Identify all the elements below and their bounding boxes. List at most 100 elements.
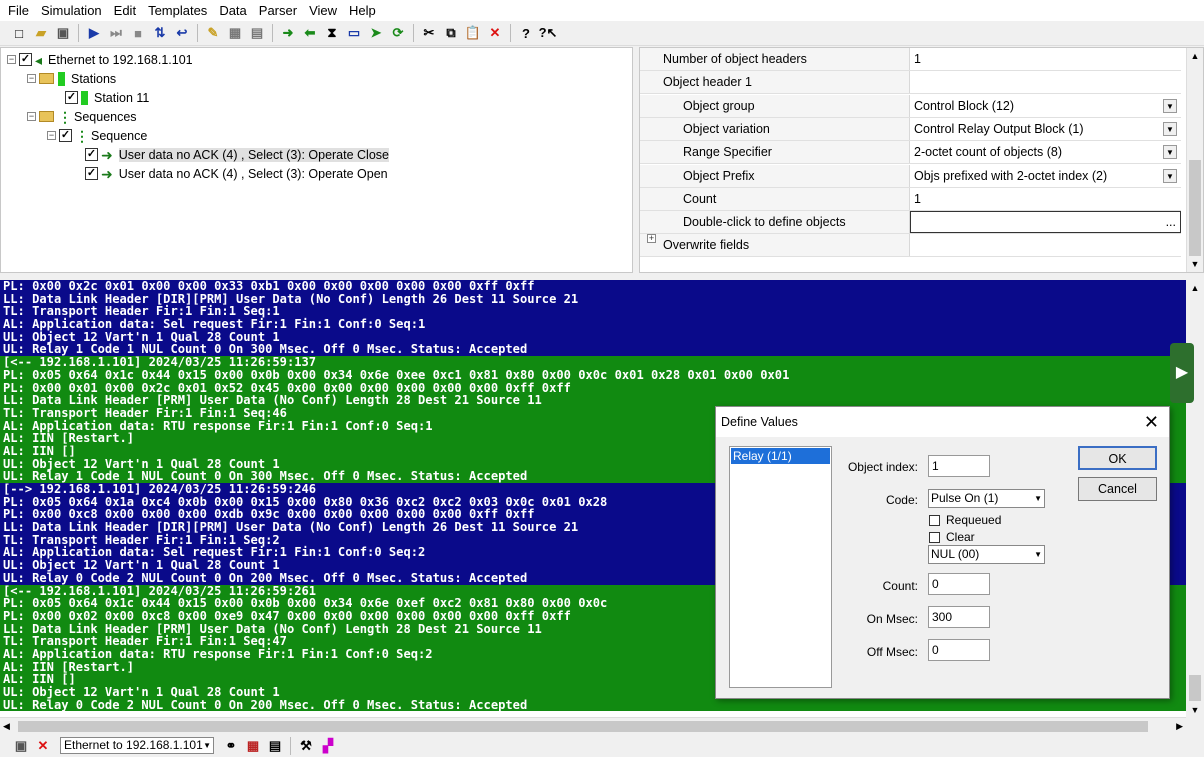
tree-station-11[interactable]: ✓ Station 11 [65,88,149,107]
go-right-icon[interactable]: ➜ [277,22,299,44]
monitor-icon[interactable]: ▭ [343,22,365,44]
chevron-down-icon[interactable]: ▼ [1163,98,1177,113]
menu-item-file[interactable]: File [2,0,35,21]
code-label: Code: [885,493,918,507]
property-name: Object group [640,94,910,117]
log-line: AL: Application data: Sel request Fir:1 … [0,318,1186,331]
main-toolbar: □ ▰ ▣ ▶ ⏭ ■ ⇅ ↩ ✎ ▦ ▤ ➜ ⬅ ⧗ ▭ ➤ ⟳ ✂ ⧉ 📋 … [0,21,1204,46]
chevron-down-icon[interactable]: ▼ [1163,145,1177,160]
property-row[interactable]: Object Prefix Objs prefixed with 2-octet … [640,164,1181,188]
tools-icon[interactable]: ⚒ [295,735,317,757]
object-index-label: Object index: [847,460,918,474]
log-line: PL: 0x05 0x64 0x1c 0x44 0x15 0x00 0x0b 0… [0,369,1186,382]
chevron-down-icon: ▼ [203,741,211,750]
property-value[interactable]: Objs prefixed with 2-octet index (2) ▼ [910,165,1181,187]
binoculars-icon[interactable]: ⚭ [220,735,242,757]
new-icon[interactable]: □ [8,22,30,44]
requeued-checkbox[interactable]: Requeued [929,513,1001,527]
menu-bar: File Simulation Edit Templates Data Parser Vie… [0,0,1204,21]
tree-item-operate-close[interactable]: ✓ ➜ User data no ACK (4) , Select (3): Op… [85,145,389,164]
go-icon[interactable]: ➤ [365,22,387,44]
tree-sequences[interactable]: − ⋮ Sequences [27,107,137,126]
chevron-down-icon[interactable]: ▼ [1163,121,1177,136]
property-row[interactable]: Number of object headers 1 [640,48,1181,71]
menu-item-templates[interactable]: Templates [142,0,213,21]
loop-icon[interactable]: ↩ [171,22,193,44]
tree-sequence[interactable]: − ✓ ⋮ Sequence [47,126,147,145]
open-icon[interactable]: ▰ [30,22,52,44]
cut-icon[interactable]: ✂ [418,22,440,44]
expand-panel-button[interactable]: ▶ [1170,343,1194,403]
count-field[interactable]: 0 [928,573,990,595]
property-row[interactable]: + Overwrite fields [640,234,1181,258]
save-icon[interactable]: ▣ [10,735,32,757]
property-name: Overwrite fields [640,234,910,257]
delete-icon[interactable]: ✕ [484,22,506,44]
refresh-icon[interactable]: ⟳ [387,22,409,44]
connection-select[interactable]: Ethernet to 192.168.1.101 ▼ [60,737,214,754]
whatsthis-icon[interactable]: ?↖ [537,22,559,44]
property-value[interactable]: ... [910,211,1181,234]
clear-checkbox[interactable]: Clear [929,530,975,544]
menu-item-simulation[interactable]: Simulation [35,0,108,21]
property-value[interactable]: 2-octet count of objects (8) ▼ [910,141,1181,163]
object-index-field[interactable]: 1 [928,455,990,477]
property-value[interactable]: 1 [910,48,1181,70]
tree-root[interactable]: − ✓ ◂ Ethernet to 192.168.1.101 [7,50,193,69]
sequence-icon: ⋮ [75,127,89,144]
save-icon[interactable]: ▣ [52,22,74,44]
copy-icon[interactable]: ⧉ [440,22,462,44]
menu-item-view[interactable]: View [303,0,343,21]
property-row[interactable]: Object group Control Block (12) ▼ [640,94,1181,118]
hourglass-icon[interactable]: ⧗ [321,22,343,44]
property-name: Count [640,187,910,210]
dialog-title: Define Values [716,407,1169,437]
close-icon[interactable]: ✕ [1144,412,1159,432]
log-hscrollbar[interactable]: ◀ ▶ [0,717,1186,735]
code-select[interactable]: Pulse On (1) ▼ [928,489,1045,508]
props-scrollbar[interactable]: ▲ ▼ [1186,48,1203,272]
step-icon[interactable]: ⏭ [105,22,127,44]
nul-select[interactable]: NUL (00) ▼ [928,545,1045,564]
property-row[interactable]: Object header 1 [640,71,1181,95]
property-value[interactable] [910,71,1181,93]
tree-item-operate-open[interactable]: ✓ ➜ User data no ACK (4) , Select (3): Op… [85,164,388,183]
ok-button[interactable]: OK [1078,446,1157,470]
property-row[interactable]: Range Specifier 2-octet count of objects … [640,141,1181,165]
tree-stations[interactable]: − Stations [27,69,116,88]
menu-item-help[interactable]: Help [343,0,382,21]
grid2-icon[interactable]: ▤ [246,22,268,44]
ellipsis-button[interactable]: ... [1166,215,1176,229]
sequence-tree: − ✓ ◂ Ethernet to 192.168.1.101 − Stations… [0,47,633,273]
property-row[interactable]: Object variation Control Relay Output Blo… [640,117,1181,141]
grid-icon[interactable]: ▦ [224,22,246,44]
cancel-button[interactable]: Cancel [1078,477,1157,501]
menu-item-data[interactable]: Data [213,0,252,21]
property-value[interactable] [910,234,1181,256]
tool-icon[interactable]: ✎ [202,22,224,44]
property-row[interactable]: Double-click to define objects... [640,211,1181,235]
on-msec-field[interactable]: 300 [928,606,990,628]
menu-item-edit[interactable]: Edit [108,0,142,21]
color-icon[interactable]: ▞ [317,735,339,757]
play-icon[interactable]: ▶ [83,22,105,44]
filter-icon[interactable]: ▦ [242,735,264,757]
menu-item-parser[interactable]: Parser [253,0,303,21]
property-value[interactable]: Control Relay Output Block (1) ▼ [910,118,1181,140]
count-label: Count: [882,579,918,593]
go-left-icon[interactable]: ⬅ [299,22,321,44]
paste-icon[interactable]: 📋 [462,22,484,44]
off-msec-field[interactable]: 0 [928,639,990,661]
chevron-down-icon: ▼ [1034,494,1042,503]
help-icon[interactable]: ? [515,22,537,44]
station-icon [58,71,65,86]
sort-icon[interactable]: ⇅ [149,22,171,44]
stop-icon[interactable]: ■ [127,22,149,44]
expand-icon[interactable]: + [647,234,656,244]
property-row[interactable]: Count 1 [640,187,1181,211]
chevron-down-icon[interactable]: ▼ [1163,168,1177,183]
property-value[interactable]: Control Block (12) ▼ [910,95,1181,117]
page-icon[interactable]: ▤ [264,735,286,757]
property-value[interactable]: 1 [910,188,1181,210]
close-icon[interactable]: ✕ [32,735,54,757]
